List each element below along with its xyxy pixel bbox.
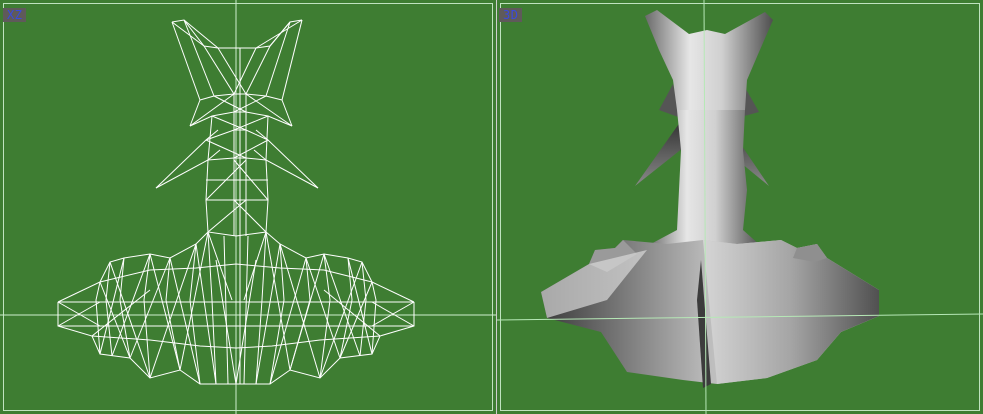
3d-viewport[interactable]: 3D: [497, 0, 983, 414]
3d-render-canvas[interactable]: [497, 0, 983, 414]
xz-viewport[interactable]: XZ: [0, 0, 496, 414]
xz-wireframe-canvas[interactable]: [0, 0, 496, 414]
rendered-model: [541, 10, 879, 388]
viewport-label-xz: XZ: [3, 8, 27, 22]
viewport-label-3d: 3D: [499, 8, 523, 22]
